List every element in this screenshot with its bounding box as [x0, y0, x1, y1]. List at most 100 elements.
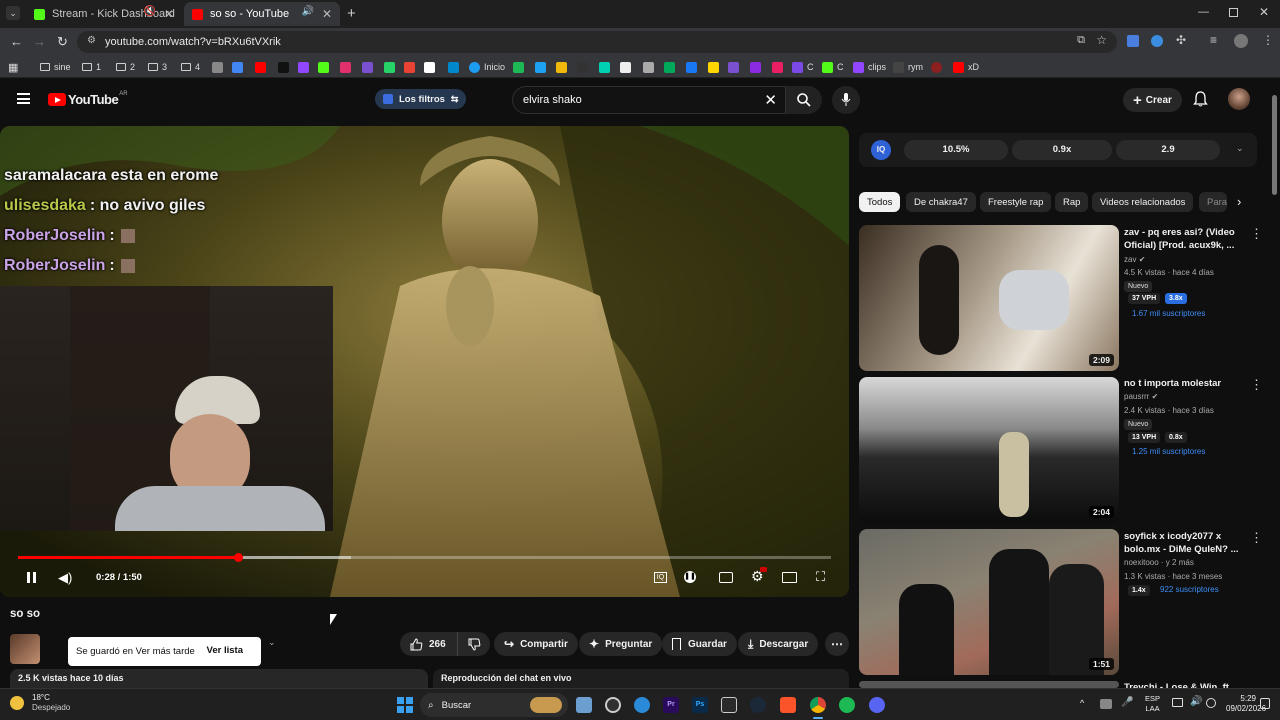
- youtube-logo[interactable]: YouTube AR: [48, 91, 128, 107]
- bookmark-folder-3[interactable]: 3: [148, 60, 167, 74]
- like-button[interactable]: 266: [400, 632, 458, 656]
- save-button[interactable]: Guardar: [662, 632, 737, 656]
- apps-grid-icon[interactable]: ▦: [8, 60, 18, 74]
- subscribe-dropdown-chevron-icon[interactable]: ⌄: [268, 637, 276, 648]
- bookmark-site-icon[interactable]: [212, 60, 227, 74]
- live-chat-replay-header[interactable]: Reproducción del chat en vivo: [433, 669, 849, 688]
- channel-avatar[interactable]: [10, 634, 40, 664]
- forward-icon[interactable]: →: [33, 34, 46, 49]
- more-actions-button[interactable]: ⋯: [825, 632, 849, 656]
- volume-icon[interactable]: ◀): [58, 570, 72, 586]
- bookmark-site-icon[interactable]: [278, 60, 293, 74]
- bookmark-site-icon[interactable]: [750, 60, 765, 74]
- chips-next-chevron-icon[interactable]: ›: [1237, 194, 1241, 209]
- description-box[interactable]: 2.5 K vistas hace 10 días: [10, 669, 428, 688]
- pause-button[interactable]: [27, 572, 36, 583]
- rec-thumbnail[interactable]: [859, 681, 1119, 688]
- rec-title[interactable]: zav - pq eres asi? (Video Oficial) [Prod…: [1124, 226, 1244, 252]
- bookmark-clips[interactable]: clips: [853, 60, 886, 74]
- minimize-window-icon[interactable]: —: [1198, 6, 1209, 18]
- chip-rap[interactable]: Rap: [1055, 192, 1089, 212]
- rec-channel[interactable]: zav ✔: [1124, 255, 1145, 264]
- clear-search-icon[interactable]: ✕: [764, 91, 777, 109]
- speaker-icon[interactable]: 🔊: [1190, 696, 1202, 707]
- reading-list-icon[interactable]: ≡: [1210, 33, 1217, 47]
- spotify-app-icon[interactable]: [839, 697, 855, 713]
- bookmark-site-icon[interactable]: [620, 60, 635, 74]
- address-bar[interactable]: ⚙ youtube.com/watch?v=bRXu6tVXrik ⧉ ☆: [77, 31, 1117, 53]
- close-tab-icon[interactable]: ✕: [164, 7, 174, 21]
- bookmark-site-icon[interactable]: [772, 60, 787, 74]
- bookmark-folder-2[interactable]: 2: [116, 60, 135, 74]
- mute-tab-icon[interactable]: 🔇: [144, 6, 156, 17]
- bookmark-folder-4[interactable]: 4: [181, 60, 200, 74]
- tray-app-icon[interactable]: [1100, 699, 1112, 709]
- chip-todos[interactable]: Todos: [859, 192, 901, 212]
- dislike-button[interactable]: [458, 638, 490, 651]
- rec-more-icon[interactable]: ⋮: [1250, 226, 1263, 242]
- photoshop-app-icon[interactable]: Ps: [692, 697, 708, 713]
- edge-app-icon[interactable]: [634, 697, 650, 713]
- download-button[interactable]: ⤓ Descargar: [738, 632, 819, 656]
- bookmark-site-icon[interactable]: [643, 60, 658, 74]
- subtitles-icon[interactable]: [719, 572, 733, 583]
- chip-para[interactable]: Para: [1199, 192, 1227, 212]
- search-button[interactable]: [786, 86, 822, 114]
- premiere-app-icon[interactable]: Pr: [663, 697, 679, 713]
- install-app-icon[interactable]: ⧉: [1077, 34, 1085, 47]
- user-avatar[interactable]: [1228, 88, 1250, 110]
- bookmark-site-icon[interactable]: [404, 60, 419, 74]
- brave-app-icon[interactable]: [780, 697, 796, 713]
- filters-button[interactable]: Los filtros ⇆: [375, 89, 467, 109]
- progress-scrubber-handle[interactable]: [233, 553, 243, 562]
- iq-player-icon[interactable]: IQ: [654, 572, 667, 583]
- autoplay-toggle-icon[interactable]: ❚❚: [684, 571, 696, 583]
- steam-app-icon[interactable]: [750, 697, 766, 713]
- ask-button[interactable]: ✦ Preguntar: [579, 632, 663, 656]
- bookmark-xd[interactable]: [931, 60, 946, 74]
- bookmark-site-icon[interactable]: [448, 60, 463, 74]
- bookmark-xd-2[interactable]: xD: [953, 60, 979, 74]
- bookmark-site-icon[interactable]: [232, 60, 247, 74]
- start-windows-icon[interactable]: [397, 697, 413, 713]
- profile-avatar[interactable]: [1234, 34, 1248, 48]
- bookmark-site-icon[interactable]: [513, 60, 528, 74]
- rec-thumbnail[interactable]: 2:09: [859, 225, 1119, 371]
- chip-de-chakra47[interactable]: De chakra47: [906, 192, 976, 212]
- bookmark-folder-1[interactable]: 1: [82, 60, 101, 74]
- network-icon[interactable]: [1172, 698, 1183, 707]
- rec-channel[interactable]: noexitooo · y 2 más: [1124, 558, 1194, 567]
- progress-bar[interactable]: [18, 553, 831, 562]
- site-info-icon[interactable]: ⚙: [87, 35, 96, 46]
- fullscreen-icon[interactable]: ⛶: [816, 569, 825, 585]
- vpn-extension-icon[interactable]: [1151, 35, 1163, 47]
- tab-search-button[interactable]: ⌄: [6, 6, 20, 20]
- translate-extension-icon[interactable]: [1127, 35, 1139, 47]
- bookmark-site-icon[interactable]: [298, 60, 313, 74]
- rec-thumbnail[interactable]: 2:04: [859, 377, 1119, 523]
- battery-power-icon[interactable]: [1206, 698, 1216, 708]
- theater-mode-icon[interactable]: [782, 572, 797, 583]
- clock[interactable]: 5:29 09/02/2026: [1226, 694, 1266, 714]
- bookmark-site-icon[interactable]: [318, 60, 333, 74]
- search-input[interactable]: elvira shako ✕: [512, 86, 786, 114]
- task-view-icon[interactable]: [576, 697, 592, 713]
- bookmark-site-icon[interactable]: [577, 60, 592, 74]
- voice-search-button[interactable]: [832, 86, 860, 114]
- chrome-app-icon[interactable]: [810, 697, 826, 713]
- extensions-puzzle-icon[interactable]: ✣: [1176, 33, 1186, 47]
- obs-app-icon[interactable]: [605, 697, 621, 713]
- bookmark-site-icon[interactable]: [424, 60, 439, 74]
- page-scrollbar-thumb[interactable]: [1272, 95, 1277, 195]
- toast-view-list-link[interactable]: Ver lista: [207, 645, 243, 656]
- bookmark-site-icon[interactable]: [599, 60, 614, 74]
- bookmark-site-icon[interactable]: [664, 60, 679, 74]
- iq-extension-logo-icon[interactable]: IQ: [871, 140, 891, 160]
- rec-title[interactable]: no t importa molestar: [1124, 377, 1244, 390]
- browser-menu-icon[interactable]: ⋮: [1262, 33, 1274, 47]
- rec-more-icon[interactable]: ⋮: [1250, 377, 1263, 393]
- restore-window-icon[interactable]: [1229, 8, 1238, 17]
- tab-kick-dashboard[interactable]: Stream - Kick Dashboard 🔇 ✕: [26, 2, 182, 26]
- bookmark-site-icon[interactable]: [362, 60, 377, 74]
- rec-title[interactable]: soyfick x icody2077 x bolo.mx - DiMe QuI…: [1124, 530, 1244, 556]
